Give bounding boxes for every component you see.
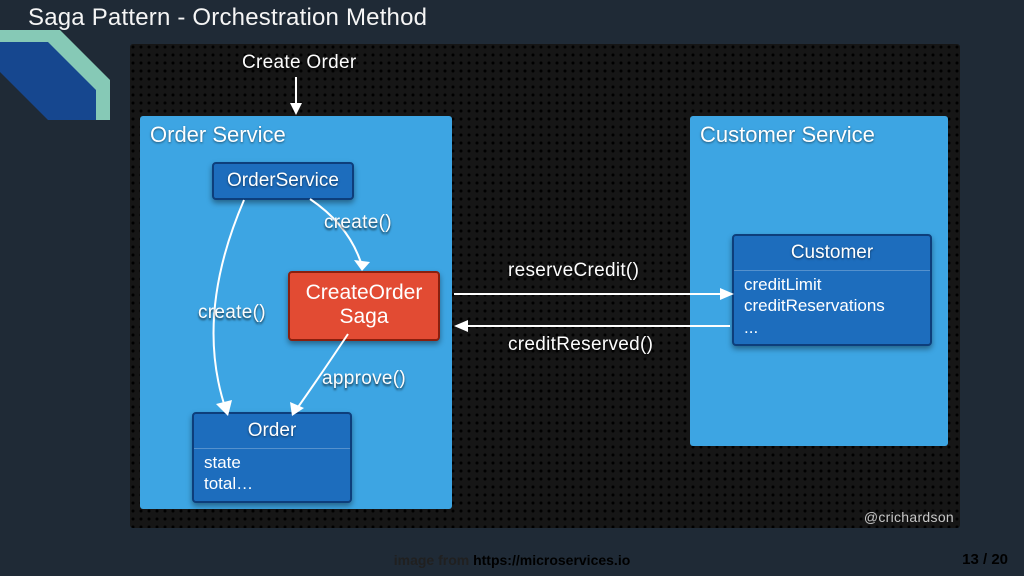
footer-caption: image from https://microservices.io (394, 552, 631, 568)
slide-title: Saga Pattern - Orchestration Method (28, 4, 427, 32)
cross-arrows (130, 44, 960, 528)
page-current: 13 (962, 551, 979, 568)
reserve-credit-label: reserveCredit() (508, 260, 639, 282)
page-sep: / (979, 551, 992, 568)
image-credit: @crichardson (864, 509, 954, 525)
corner-accent (0, 30, 120, 120)
footer-prefix: image from (394, 552, 473, 568)
footer-link[interactable]: https://microservices.io (473, 552, 630, 568)
credit-reserved-label: creditReserved() (508, 334, 653, 356)
diagram: Create Order Order Service OrderService … (130, 44, 960, 528)
page-counter: 13 / 20 (962, 551, 1008, 568)
page-total: 20 (991, 551, 1008, 568)
